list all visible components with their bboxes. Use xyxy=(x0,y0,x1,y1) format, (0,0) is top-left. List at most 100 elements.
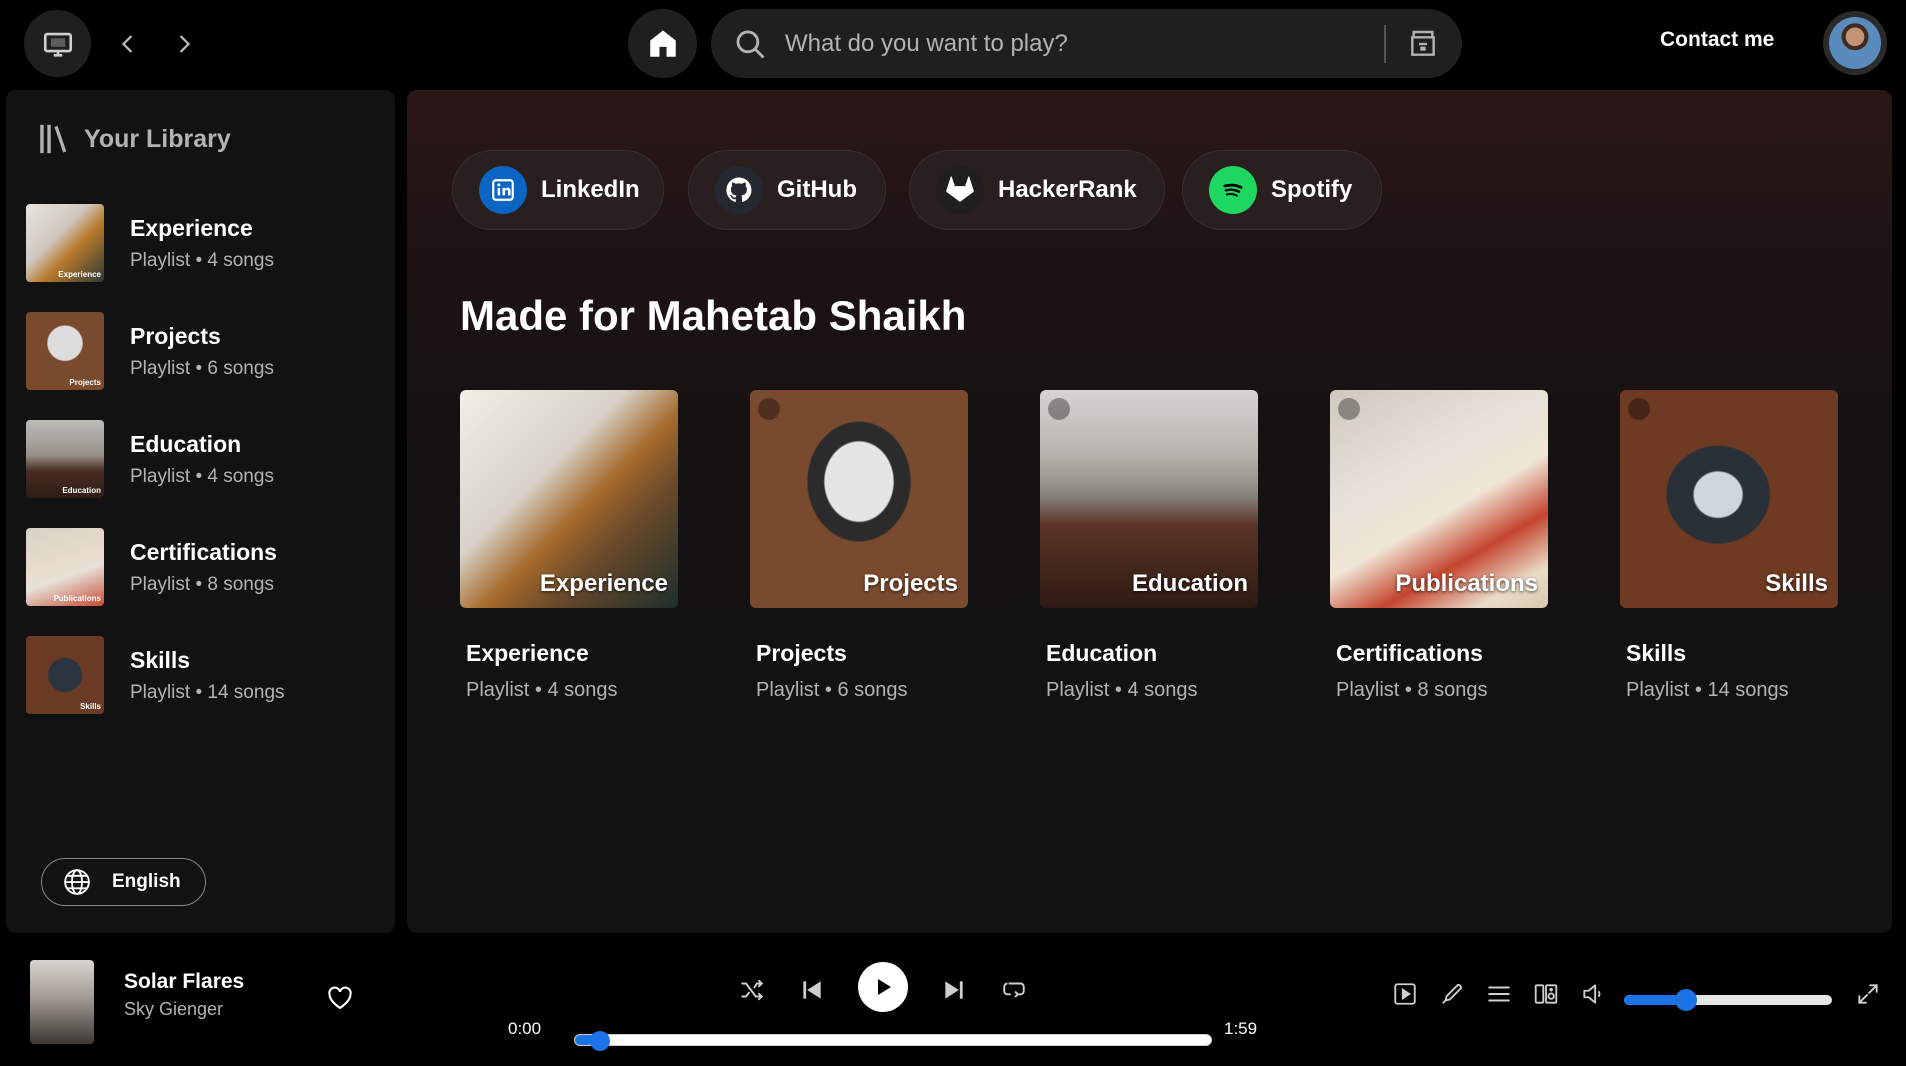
thumb-label: Experience xyxy=(58,270,101,279)
hackerrank-button[interactable]: HackerRank xyxy=(909,150,1165,230)
section-title: Made for Mahetab Shaikh xyxy=(460,292,967,339)
chevron-right-icon xyxy=(180,35,191,53)
social-label: HackerRank xyxy=(998,176,1137,203)
speaker-device-icon xyxy=(1534,984,1558,1004)
github-button[interactable]: GitHub xyxy=(688,150,886,230)
previous-button[interactable] xyxy=(794,972,830,1008)
connect-device-button[interactable] xyxy=(1530,978,1562,1010)
lyrics-button[interactable] xyxy=(1436,978,1468,1010)
library-thumb: Education xyxy=(26,420,104,498)
linkedin-button[interactable]: LinkedIn xyxy=(452,150,664,230)
library-item-meta: Playlist • 4 songs xyxy=(130,465,274,487)
volume-slider[interactable] xyxy=(1624,989,1832,1011)
search-bar[interactable] xyxy=(711,9,1462,78)
elapsed-time: 0:00 xyxy=(508,1019,542,1038)
cover-label: Experience xyxy=(539,570,668,597)
library-item-meta: Playlist • 6 songs xyxy=(130,357,274,379)
linkedin-icon xyxy=(479,166,527,214)
shuffle-button[interactable] xyxy=(734,972,770,1008)
contact-me-link[interactable]: Contact me xyxy=(1660,28,1774,52)
volume-button[interactable] xyxy=(1577,978,1609,1010)
gitlab-icon xyxy=(936,166,984,214)
home-icon xyxy=(649,30,676,57)
library-header[interactable]: Your Library xyxy=(36,122,231,156)
now-playing-view-button[interactable] xyxy=(1389,978,1421,1010)
cover-label: Education xyxy=(1131,570,1248,597)
library-item-skills[interactable]: Skills Skills Playlist • 14 songs xyxy=(26,632,376,718)
library-item-name: Skills xyxy=(130,646,191,673)
spotify-badge-icon xyxy=(1628,398,1650,420)
repeat-button[interactable] xyxy=(996,972,1032,1008)
avatar[interactable] xyxy=(1823,11,1887,75)
card-title: Skills xyxy=(1626,640,1687,666)
browse-button[interactable] xyxy=(1401,22,1445,66)
playlist-card-skills[interactable]: Skills Skills Playlist • 14 songs xyxy=(1620,390,1838,702)
expand-icon xyxy=(1858,984,1878,1004)
library-item-meta: Playlist • 8 songs xyxy=(130,573,274,595)
card-meta: Playlist • 4 songs xyxy=(1046,679,1198,701)
cover-label: Skills xyxy=(1765,570,1828,597)
github-icon xyxy=(715,166,763,214)
card-title: Education xyxy=(1046,640,1158,666)
library-thumb: Skills xyxy=(26,636,104,714)
spotify-badge-icon xyxy=(1048,398,1070,420)
library-thumb: Publications xyxy=(26,528,104,606)
spotify-badge-icon xyxy=(758,398,780,420)
device-button[interactable] xyxy=(24,10,91,77)
now-playing-cover[interactable] xyxy=(30,960,94,1044)
library-item-name: Education xyxy=(130,430,242,457)
monitor-icon xyxy=(43,32,72,57)
playlist-cover: Experience xyxy=(460,390,678,608)
library-item-name: Certifications xyxy=(130,538,277,565)
repeat-icon xyxy=(1003,982,1025,998)
track-artist[interactable]: Sky Gienger xyxy=(124,999,223,1020)
social-label: GitHub xyxy=(777,176,857,203)
home-button[interactable] xyxy=(628,9,697,78)
library-item-meta: Playlist • 14 songs xyxy=(130,681,285,703)
language-button[interactable]: English xyxy=(41,858,206,906)
library-item-certifications[interactable]: Publications Certifications Playlist • 8… xyxy=(26,524,376,610)
player-bar: Solar Flares Sky Gienger 0:00 1:59 xyxy=(0,940,1906,1066)
top-bar: Contact me xyxy=(0,0,1906,86)
browse-icon xyxy=(1411,30,1435,56)
playlist-card-experience[interactable]: Experience Experience Playlist • 4 songs xyxy=(460,390,678,702)
volume-handle[interactable] xyxy=(1675,989,1698,1011)
cover-label: Projects xyxy=(863,570,958,597)
queue-icon xyxy=(1488,986,1510,1002)
playlist-cover: Education xyxy=(1040,390,1258,608)
like-button[interactable] xyxy=(324,982,356,1014)
forward-button[interactable] xyxy=(166,26,202,62)
thumb-label: Skills xyxy=(80,702,101,711)
card-meta: Playlist • 6 songs xyxy=(756,679,908,701)
progress-handle[interactable] xyxy=(590,1031,611,1051)
queue-button[interactable] xyxy=(1483,978,1515,1010)
search-icon xyxy=(729,23,771,65)
track-title[interactable]: Solar Flares xyxy=(124,970,244,994)
next-button[interactable] xyxy=(936,972,972,1008)
library-item-education[interactable]: Education Education Playlist • 4 songs xyxy=(26,416,376,502)
playlist-card-education[interactable]: Education Education Playlist • 4 songs xyxy=(1040,390,1258,702)
back-button[interactable] xyxy=(110,26,146,62)
library-item-projects[interactable]: Projects Projects Playlist • 6 songs xyxy=(26,308,376,394)
volume-icon xyxy=(1583,984,1601,1004)
progress-bar[interactable] xyxy=(574,1031,1212,1051)
card-meta: Playlist • 8 songs xyxy=(1336,679,1488,701)
heart-icon xyxy=(328,986,352,1010)
card-meta: Playlist • 4 songs xyxy=(466,679,618,701)
social-label: Spotify xyxy=(1271,176,1353,203)
thumb-label: Projects xyxy=(69,378,101,387)
playlist-card-projects[interactable]: Projects Projects Playlist • 6 songs xyxy=(750,390,968,702)
play-icon xyxy=(878,979,891,995)
library-item-experience[interactable]: Experience Experience Playlist • 4 songs xyxy=(26,200,376,286)
profile-photo xyxy=(1829,17,1881,69)
spotify-button[interactable]: Spotify xyxy=(1182,150,1382,230)
spotify-badge-icon xyxy=(1338,398,1360,420)
fullscreen-button[interactable] xyxy=(1852,978,1884,1010)
language-label: English xyxy=(112,871,181,892)
microphone-icon xyxy=(1442,983,1463,1004)
play-button[interactable] xyxy=(858,962,908,1012)
skip-forward-icon xyxy=(945,981,963,999)
search-input[interactable] xyxy=(785,29,1375,58)
playlist-card-certifications[interactable]: Publications Certifications Playlist • 8… xyxy=(1330,390,1548,702)
now-playing-view-icon xyxy=(1394,983,1416,1005)
